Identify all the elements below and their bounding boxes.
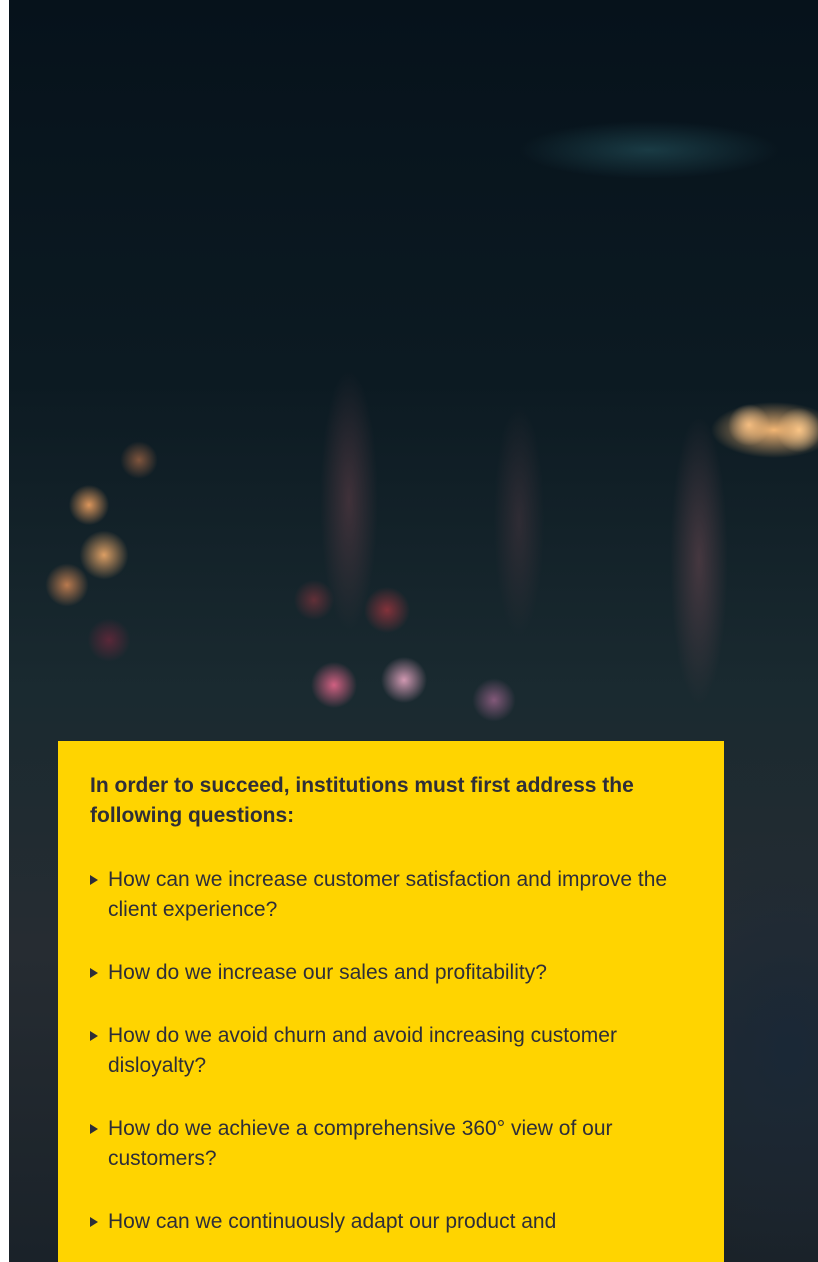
list-item: How do we achieve a comprehensive 360° v… bbox=[90, 1114, 690, 1174]
triangle-right-icon bbox=[90, 1031, 98, 1041]
triangle-right-icon bbox=[90, 1124, 98, 1134]
triangle-right-icon bbox=[90, 968, 98, 978]
question-text: How can we continuously adapt our produc… bbox=[108, 1210, 557, 1233]
question-text: How do we avoid churn and avoid increasi… bbox=[108, 1024, 617, 1077]
triangle-right-icon bbox=[90, 1217, 98, 1227]
questions-callout: In order to succeed, institutions must f… bbox=[58, 741, 724, 1262]
list-item: How do we increase our sales and profita… bbox=[90, 958, 690, 988]
list-item: How can we continuously adapt our produc… bbox=[90, 1207, 690, 1237]
question-text: How can we increase customer satisfactio… bbox=[108, 868, 668, 921]
question-text: How do we increase our sales and profita… bbox=[108, 961, 547, 984]
question-list: How can we increase customer satisfactio… bbox=[90, 865, 690, 1237]
triangle-right-icon bbox=[90, 875, 98, 885]
question-text: How do we achieve a comprehensive 360° v… bbox=[108, 1117, 613, 1170]
list-item: How do we avoid churn and avoid increasi… bbox=[90, 1021, 690, 1081]
callout-heading: In order to succeed, institutions must f… bbox=[90, 774, 634, 827]
list-item: How can we increase customer satisfactio… bbox=[90, 865, 690, 925]
